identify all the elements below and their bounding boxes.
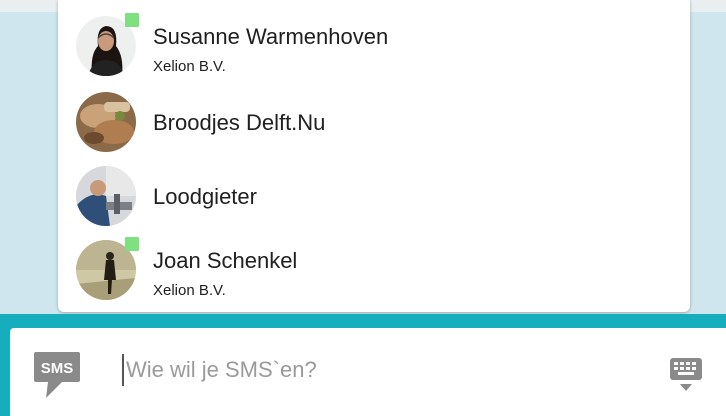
contact-item-susanne-warmenhoven[interactable]: Susanne Warmenhoven Xelion B.V. — [76, 13, 676, 86]
contact-suggestion-list: Susanne Warmenhoven Xelion B.V. Broodjes… — [58, 0, 690, 312]
recipient-search-input[interactable] — [120, 352, 646, 388]
online-status-indicator — [125, 13, 139, 27]
contact-item-joan-schenkel[interactable]: Joan Schenkel Xelion B.V. — [76, 237, 676, 310]
contact-name: Loodgieter — [153, 184, 257, 209]
sms-bubble-icon: SMS — [32, 348, 82, 402]
keyboard-icon[interactable] — [668, 354, 704, 394]
contact-name: Joan Schenkel — [153, 248, 298, 273]
contact-company: Xelion B.V. — [153, 282, 226, 299]
compose-panel: SMS — [10, 328, 726, 416]
avatar — [76, 92, 136, 152]
avatar — [76, 166, 136, 226]
compose-bar: SMS — [0, 314, 726, 416]
contact-item-loodgieter[interactable]: Loodgieter — [76, 166, 676, 236]
sms-icon-label: SMS — [41, 360, 74, 377]
contact-name: Broodjes Delft.Nu — [153, 110, 326, 135]
contact-item-broodjes-delft[interactable]: Broodjes Delft.Nu — [76, 92, 676, 162]
contact-name: Susanne Warmenhoven — [153, 24, 389, 49]
online-status-indicator — [125, 237, 139, 251]
contact-company: Xelion B.V. — [153, 58, 226, 75]
